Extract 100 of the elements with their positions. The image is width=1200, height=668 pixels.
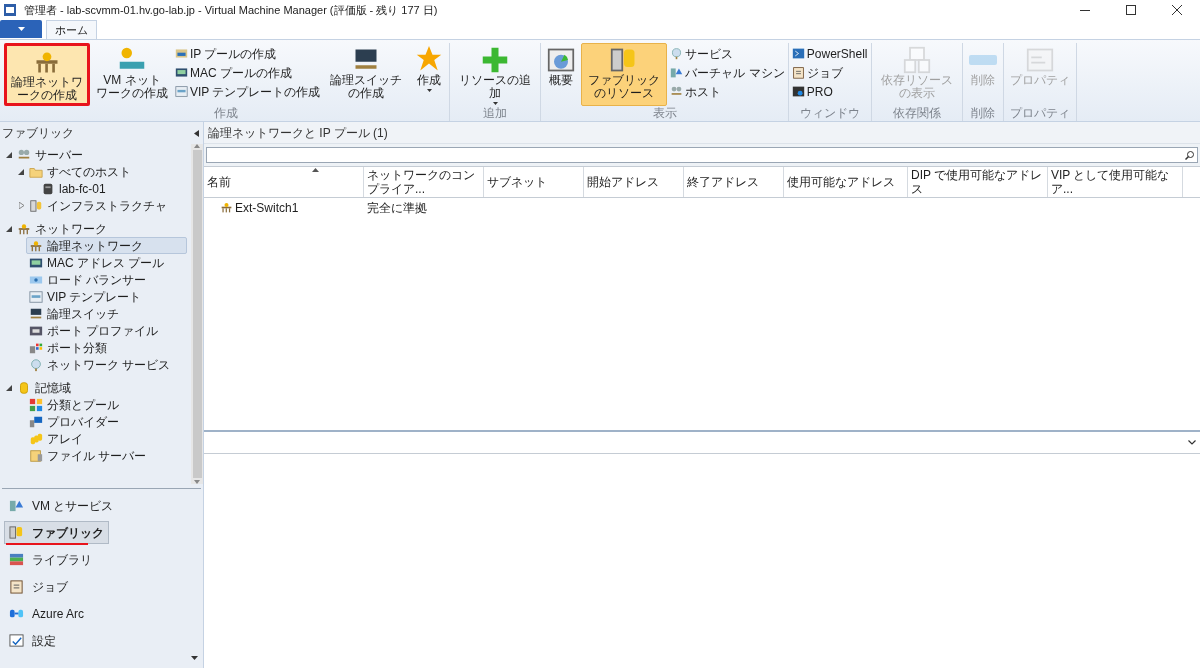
column-header[interactable]: VIP として使用可能なア... <box>1048 167 1183 197</box>
network-icon <box>220 201 233 214</box>
ribbon-menu-item[interactable]: バーチャル マシン <box>669 63 786 82</box>
file-menu-button[interactable] <box>0 20 42 38</box>
tree-item[interactable]: MAC アドレス プール <box>26 254 170 271</box>
ribbon-button[interactable]: VM ネット ワークの作成 <box>92 43 172 106</box>
ribbon-menu-item[interactable]: PRO <box>790 82 869 101</box>
search-field[interactable] <box>206 147 1198 163</box>
powershell-icon <box>791 47 805 60</box>
close-icon <box>1172 5 1182 15</box>
tiles-icon <box>29 397 43 412</box>
network-icon <box>17 221 31 236</box>
globe-icon <box>670 47 684 60</box>
tree-item[interactable]: 論理スイッチ <box>26 305 124 322</box>
ribbon-menu-item[interactable]: VIP テンプレートの作成 <box>174 82 322 101</box>
plus-icon <box>481 46 510 74</box>
server-cylinder-icon <box>9 525 24 540</box>
tree-item[interactable]: インフラストラクチャ <box>26 197 172 214</box>
expanded-icon <box>6 151 12 158</box>
column-header[interactable]: ネットワークのコンプライア... <box>364 167 484 197</box>
tree-item[interactable]: ロード バランサー <box>26 271 152 288</box>
pane-title: ファブリック <box>2 125 74 142</box>
cylinder-icon <box>17 380 31 395</box>
workspace-button[interactable]: 設定 <box>4 629 61 652</box>
scroll-down-icon <box>194 480 200 484</box>
sort-icon <box>312 168 319 172</box>
server-icon <box>41 181 55 196</box>
tree-item[interactable]: ファイル サーバー <box>26 447 152 464</box>
chevron-down-icon <box>1188 440 1196 445</box>
ribbon-button[interactable]: 論理スイッチの作成 <box>323 43 410 106</box>
documents-icon <box>902 46 931 74</box>
globe-icon <box>29 357 43 372</box>
column-header[interactable]: 使用可能なアドレス <box>784 167 908 197</box>
tree-item[interactable]: ポート プロファイル <box>26 322 164 339</box>
group-label: 削除 <box>969 107 996 120</box>
template-icon <box>175 85 188 98</box>
ribbon-tab[interactable]: ホーム <box>46 20 97 39</box>
tree-item[interactable]: 記憶域 <box>14 379 76 396</box>
tree-item[interactable]: ネットワーク <box>14 220 112 237</box>
table-cell-text: 完全に準拠 <box>367 199 427 217</box>
scrollbar-thumb[interactable] <box>192 150 202 478</box>
ribbon-button[interactable]: 作成 <box>411 43 448 106</box>
group-label: ウィンドウ <box>798 107 861 120</box>
column-header[interactable]: 開始アドレス <box>584 167 684 197</box>
workspace-button[interactable]: ライブラリ <box>4 548 97 571</box>
window-title: 管理者 - lab-scvmm-01.hv.go-lab.jp - Virtual Machine Manager (評価版 - 残り 177 日) <box>24 2 438 18</box>
expanded-icon <box>6 384 12 391</box>
file-server-icon <box>29 448 43 463</box>
tree-item[interactable]: 分類とプール <box>26 396 124 413</box>
ribbon-menu-item[interactable]: PowerShell <box>790 44 869 63</box>
computer-icon <box>29 414 43 429</box>
tree-item[interactable]: 論理ネットワーク <box>26 237 187 254</box>
content-title: 論理ネットワークと IP プール (1) <box>208 124 388 142</box>
tree-item[interactable]: すべてのホスト <box>26 163 136 180</box>
minimize-icon <box>1080 9 1090 11</box>
ribbon-button[interactable]: 概要 <box>543 43 580 106</box>
workspace-button[interactable]: ファブリック <box>4 521 109 544</box>
collapse-button[interactable] <box>191 128 201 138</box>
books-icon <box>9 552 24 567</box>
servers-icon <box>670 85 684 98</box>
scroll-down-icon <box>191 656 198 660</box>
workspace-button[interactable]: ジョブ <box>4 575 73 598</box>
tree-item[interactable]: サーバー <box>14 146 88 163</box>
ribbon-button[interactable]: リソースの追加 <box>452 43 539 106</box>
tree-item[interactable]: プロバイダー <box>26 413 124 430</box>
ribbon-menu-item[interactable]: ジョブ <box>790 63 869 82</box>
ribbon-menu-item[interactable]: IP プールの作成 <box>174 44 322 63</box>
app-icon <box>3 3 17 17</box>
tree-item[interactable]: アレイ <box>26 430 88 447</box>
tree-item[interactable]: ポート分類 <box>26 339 112 356</box>
column-header[interactable]: 名前 <box>204 167 364 197</box>
template-icon <box>29 289 43 304</box>
switch-icon <box>29 306 43 321</box>
tree-item[interactable]: VIP テンプレート <box>26 288 147 305</box>
column-header[interactable]: サブネット <box>484 167 584 197</box>
server-icon <box>29 198 43 213</box>
group-label: 表示 <box>651 107 678 120</box>
ribbon-menu-item[interactable]: MAC プールの作成 <box>174 63 322 82</box>
cylinders-icon <box>29 431 43 446</box>
caret-icon <box>17 27 25 31</box>
ribbon-menu-item[interactable]: ホスト <box>669 82 786 101</box>
caret-icon <box>492 102 498 105</box>
column-header[interactable]: DIP で使用可能なアドレス <box>908 167 1048 197</box>
minus-icon <box>968 55 997 65</box>
servers-icon <box>17 147 31 162</box>
group-label: プロパティ <box>1008 107 1071 120</box>
chevron-left-icon <box>193 129 199 137</box>
expanded-icon <box>18 168 24 175</box>
workspace-button[interactable]: VM とサービス <box>4 494 119 517</box>
network-icon <box>29 238 43 253</box>
caret-icon <box>426 89 432 92</box>
tree-item[interactable]: ネットワーク サービス <box>26 356 176 373</box>
workspace-button[interactable]: Azure Arc <box>4 602 90 625</box>
ribbon-menu-item[interactable]: サービス <box>669 44 786 63</box>
ribbon-button[interactable]: ファブリックのリソース <box>581 43 668 106</box>
expanded-icon <box>6 225 12 232</box>
column-header[interactable]: 終了アドレス <box>684 167 784 197</box>
group-label: 依存関係 <box>891 107 942 120</box>
ribbon-button[interactable]: 論理ネットワークの作成 <box>4 43 90 106</box>
tree-item[interactable]: lab-fc-01 <box>38 180 111 197</box>
